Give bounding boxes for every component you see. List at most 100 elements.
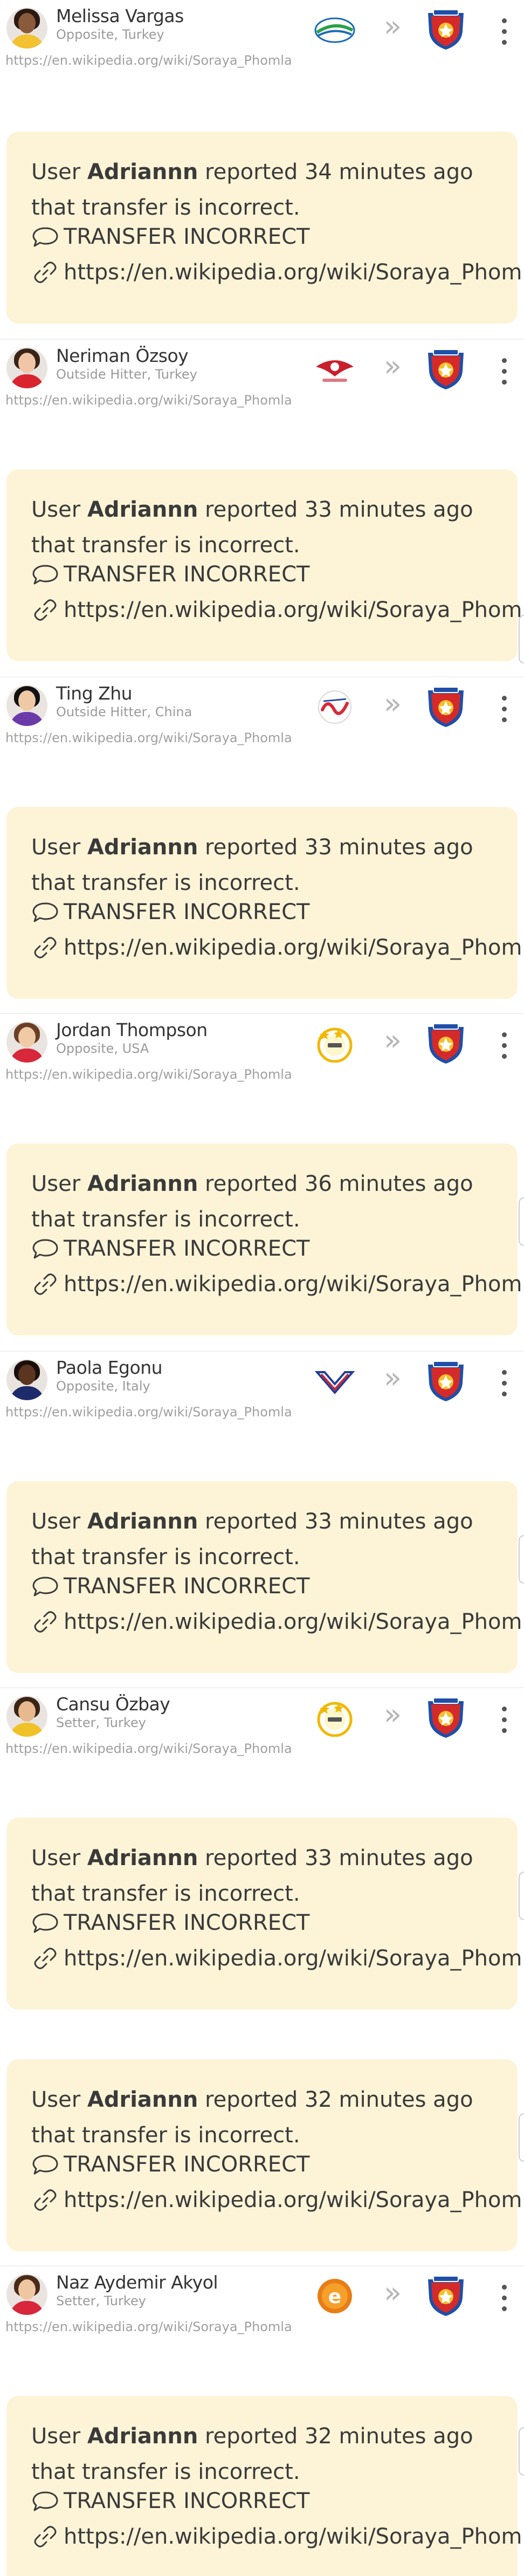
report-card: User Adriannn reported 33 minutes ago th… — [6, 1481, 524, 1673]
scroll-edge-handle[interactable] — [519, 1872, 524, 1920]
report-type-label: TRANSFER INCORRECT — [64, 2152, 310, 2177]
report-prefix: User — [31, 835, 87, 860]
report-username[interactable]: Adriannn — [87, 1171, 198, 1196]
transfer-row[interactable]: Neriman Özsoy Outside Hitter, Turkey https… — [0, 339, 524, 414]
to-club-logo[interactable] — [424, 685, 468, 729]
report-type: TRANSFER INCORRECT — [31, 562, 309, 587]
from-club-logo[interactable] — [311, 1362, 359, 1400]
to-club-logo[interactable] — [424, 347, 468, 392]
report-link-url[interactable]: https://en.wikipedia.org/wiki/Soraya_Pho… — [64, 1609, 524, 1634]
player-name[interactable]: Naz Aydemir Akyol — [56, 2272, 218, 2293]
scroll-edge-handle[interactable] — [519, 615, 524, 663]
report-link-url[interactable]: https://en.wikipedia.org/wiki/Soraya_Pho… — [64, 1272, 524, 1297]
player-name[interactable]: Jordan Thompson — [56, 1019, 208, 1040]
report-username[interactable]: Adriannn — [87, 835, 198, 860]
double-chevron-right-icon: » — [384, 1023, 402, 1057]
report-link[interactable]: https://en.wikipedia.org/wiki/Soraya_Pho… — [31, 1946, 524, 1971]
menu-dot — [502, 1054, 507, 1059]
double-chevron-right-icon: » — [384, 349, 402, 383]
report-link-url[interactable]: https://en.wikipedia.org/wiki/Soraya_Pho… — [64, 2524, 524, 2549]
player-name[interactable]: Melissa Vargas — [56, 5, 184, 26]
to-club-logo[interactable] — [424, 2274, 468, 2318]
avatar — [6, 1359, 47, 1400]
report-link-url[interactable]: https://en.wikipedia.org/wiki/Soraya_Pho… — [64, 598, 524, 622]
report-link[interactable]: https://en.wikipedia.org/wiki/Soraya_Pho… — [31, 1609, 524, 1634]
player-position-country: Setter, Turkey — [56, 2293, 146, 2308]
comment-icon — [31, 2490, 59, 2512]
report-card: User Adriannn reported 32 minutes ago th… — [6, 2396, 524, 2576]
more-vertical-icon[interactable] — [496, 1703, 512, 1736]
report-prefix: User — [31, 1846, 87, 1871]
club-crest-icon — [428, 2276, 464, 2316]
source-url[interactable]: https://en.wikipedia.org/wiki/Soraya_Pho… — [5, 393, 292, 408]
v-club-logo — [314, 1371, 355, 1395]
scroll-edge-handle[interactable] — [519, 2427, 524, 2476]
from-club-logo[interactable] — [311, 1025, 359, 1063]
player-name[interactable]: Paola Egonu — [56, 1357, 163, 1378]
source-url[interactable]: https://en.wikipedia.org/wiki/Soraya_Pho… — [5, 730, 292, 745]
source-url[interactable]: https://en.wikipedia.org/wiki/Soraya_Pho… — [5, 53, 292, 68]
player-name[interactable]: Ting Zhu — [56, 683, 133, 704]
avatar — [6, 2274, 47, 2315]
source-url[interactable]: https://en.wikipedia.org/wiki/Soraya_Pho… — [5, 1067, 292, 1082]
more-vertical-icon[interactable] — [496, 15, 512, 47]
transfer-row[interactable]: Melissa Vargas Opposite, Turkey https://en… — [0, 0, 524, 74]
from-club-logo[interactable] — [311, 1699, 359, 1737]
report-username[interactable]: Adriannn — [87, 160, 198, 184]
from-club-logo[interactable]: e — [311, 2277, 359, 2315]
report-link[interactable]: https://en.wikipedia.org/wiki/Soraya_Pho… — [31, 935, 524, 960]
report-prefix: User — [31, 2424, 87, 2449]
report-link-url[interactable]: https://en.wikipedia.org/wiki/Soraya_Pho… — [64, 1946, 524, 1971]
menu-dot — [502, 696, 507, 701]
source-url[interactable]: https://en.wikipedia.org/wiki/Soraya_Pho… — [5, 1405, 292, 1420]
report-username[interactable]: Adriannn — [87, 1509, 198, 1534]
to-club-logo[interactable] — [424, 8, 468, 52]
report-link[interactable]: https://en.wikipedia.org/wiki/Soraya_Pho… — [31, 260, 524, 285]
more-vertical-icon[interactable] — [496, 1029, 512, 1061]
report-username[interactable]: Adriannn — [87, 2087, 198, 2112]
more-vertical-icon[interactable] — [496, 2282, 512, 2314]
more-vertical-icon[interactable] — [496, 355, 512, 387]
report-username[interactable]: Adriannn — [87, 2424, 198, 2449]
report-username[interactable]: Adriannn — [87, 497, 198, 522]
player-position-country: Opposite, Italy — [56, 1379, 150, 1394]
more-vertical-icon[interactable] — [496, 693, 512, 725]
transfer-row[interactable]: Jordan Thompson Opposite, USA https://en.w… — [0, 1013, 524, 1088]
report-message: User Adriannn reported 33 minutes ago th… — [31, 492, 495, 563]
from-club-logo[interactable] — [311, 688, 359, 726]
player-name[interactable]: Cansu Özbay — [56, 1694, 170, 1715]
report-link[interactable]: https://en.wikipedia.org/wiki/Soraya_Pho… — [31, 2524, 524, 2549]
transfer-row[interactable]: Ting Zhu Outside Hitter, China https://en.… — [0, 676, 524, 752]
to-club-logo[interactable] — [424, 1359, 468, 1403]
from-club-logo[interactable] — [311, 351, 359, 388]
transfer-row[interactable]: Paola Egonu Opposite, Italy https://en.wik… — [0, 1351, 524, 1426]
link-icon — [31, 1273, 59, 1295]
from-club-logo[interactable] — [311, 11, 359, 49]
report-type: TRANSFER INCORRECT — [31, 2489, 309, 2513]
source-url[interactable]: https://en.wikipedia.org/wiki/Soraya_Pho… — [5, 1741, 292, 1756]
report-link-url[interactable]: https://en.wikipedia.org/wiki/Soraya_Pho… — [64, 935, 524, 960]
report-link[interactable]: https://en.wikipedia.org/wiki/Soraya_Pho… — [31, 2188, 524, 2212]
report-username[interactable]: Adriannn — [87, 1846, 198, 1871]
ball-club-logo — [314, 17, 355, 43]
menu-dot — [502, 380, 507, 385]
more-vertical-icon[interactable] — [496, 1367, 512, 1399]
report-message: User Adriannn reported 33 minutes ago th… — [31, 830, 495, 901]
menu-dot — [502, 1370, 507, 1375]
report-link-url[interactable]: https://en.wikipedia.org/wiki/Soraya_Pho… — [64, 260, 524, 285]
scroll-edge-handle[interactable] — [519, 1535, 524, 1584]
report-link[interactable]: https://en.wikipedia.org/wiki/Soraya_Pho… — [31, 1272, 524, 1297]
to-club-logo[interactable] — [424, 1696, 468, 1740]
report-message: User Adriannn reported 32 minutes ago th… — [31, 2082, 495, 2153]
player-name[interactable]: Neriman Özsoy — [56, 345, 189, 366]
scroll-edge-handle[interactable] — [519, 2113, 524, 2162]
report-card: User Adriannn reported 33 minutes ago th… — [6, 469, 524, 661]
link-icon — [31, 2526, 59, 2547]
scroll-edge-handle[interactable] — [519, 1197, 524, 1246]
to-club-logo[interactable] — [424, 1022, 468, 1066]
report-link-url[interactable]: https://en.wikipedia.org/wiki/Soraya_Pho… — [64, 2188, 524, 2212]
transfer-row[interactable]: Naz Aydemir Akyol Setter, Turkey https://e… — [0, 2265, 524, 2341]
report-link[interactable]: https://en.wikipedia.org/wiki/Soraya_Pho… — [31, 598, 524, 622]
source-url[interactable]: https://en.wikipedia.org/wiki/Soraya_Pho… — [5, 2319, 292, 2334]
transfer-row[interactable]: Cansu Özbay Setter, Turkey https://en.wiki… — [0, 1687, 524, 1763]
